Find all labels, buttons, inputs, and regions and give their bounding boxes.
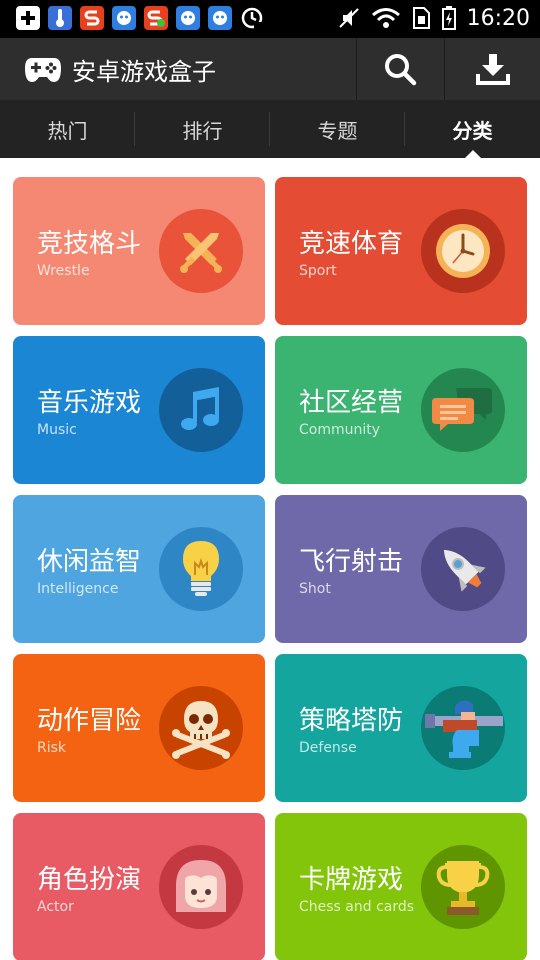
sogou-icon [80, 6, 104, 30]
mute-icon [338, 8, 359, 28]
tab-label: 专题 [317, 118, 358, 143]
category-subtitle: Actor [37, 899, 74, 915]
app-title: 安卓游戏盒子 [72, 58, 216, 86]
divider [444, 38, 445, 100]
tab-hot[interactable]: 热门 [0, 100, 135, 158]
download-button[interactable] [450, 38, 536, 100]
category-card-shot[interactable]: 飞行射击 Shot [275, 495, 527, 643]
app-notification-icon [176, 6, 200, 30]
tab-label: 热门 [47, 118, 88, 143]
category-card-community[interactable]: 社区经营 Community [275, 336, 527, 484]
category-card-actor[interactable]: 角色扮演 Actor [13, 813, 265, 960]
crossed-swords-icon [180, 233, 222, 273]
category-subtitle: Defense [299, 740, 357, 756]
chat-bubbles-icon [432, 388, 492, 431]
tab-label: 分类 [452, 118, 493, 143]
category-card-music[interactable]: 音乐游戏 Music [13, 336, 265, 484]
category-icon-circle [421, 368, 505, 452]
category-subtitle: Sport [299, 263, 337, 279]
sync-icon [240, 6, 264, 30]
download-icon [476, 54, 510, 85]
category-subtitle: Shot [299, 581, 331, 597]
category-title: 飞行射击 [299, 547, 404, 577]
gamepad-icon [25, 58, 61, 82]
category-icon-circle [159, 527, 243, 611]
sim-icon [412, 7, 430, 29]
category-subtitle: Risk [37, 740, 67, 756]
category-card-defense[interactable]: 策略塔防 Defense [275, 654, 527, 802]
category-icon-circle [421, 209, 505, 293]
category-title: 社区经营 [299, 388, 404, 418]
category-title: 卡牌游戏 [299, 865, 404, 895]
category-subtitle: Music [37, 422, 77, 438]
app-notification-icon [112, 6, 136, 30]
category-card-intelligence[interactable]: 休闲益智 Intelligence [13, 495, 265, 643]
screen: 16:20 安卓游戏盒子 热门 排行 专题 分类 竞技格斗 Wrestle 竞速… [0, 0, 540, 960]
category-icon-circle [159, 686, 243, 770]
skull-icon [172, 701, 230, 759]
search-icon [385, 54, 417, 86]
category-icon-circle [421, 686, 505, 770]
category-card-wrestle[interactable]: 竞技格斗 Wrestle [13, 177, 265, 325]
category-subtitle: Community [299, 422, 381, 438]
category-subtitle: Wrestle [37, 263, 90, 279]
notification-icons [16, 6, 264, 30]
category-card-sport[interactable]: 竞速体育 Sport [275, 177, 527, 325]
search-button[interactable] [357, 38, 443, 100]
category-title: 音乐游戏 [37, 388, 142, 418]
clock-time: 16:20 [466, 5, 530, 31]
tab-topics[interactable]: 专题 [270, 100, 405, 158]
tab-ranking[interactable]: 排行 [135, 100, 270, 158]
category-title: 竞技格斗 [37, 229, 142, 259]
category-title: 动作冒险 [37, 706, 142, 736]
category-subtitle: Chess and cards [299, 899, 415, 915]
category-title: 休闲益智 [37, 547, 142, 577]
wifi-icon [371, 8, 400, 28]
soldier-icon [425, 700, 503, 758]
category-icon-circle [159, 368, 243, 452]
thermometer-icon [48, 6, 72, 30]
clock-icon [436, 224, 490, 278]
category-icon-circle [159, 209, 243, 293]
girl-face-icon [176, 860, 226, 912]
tab-categories[interactable]: 分类 [405, 100, 540, 159]
category-title: 策略塔防 [299, 706, 404, 736]
battery-icon [441, 6, 456, 30]
app-notification-icon [208, 6, 232, 30]
music-note-icon [181, 387, 219, 430]
app-bar: 安卓游戏盒子 [0, 38, 540, 100]
category-subtitle: Intelligence [37, 581, 119, 597]
rocket-icon [443, 549, 486, 592]
system-icons: 16:20 [337, 5, 530, 31]
category-card-chess-and-cards[interactable]: 卡牌游戏 Chess and cards [275, 813, 527, 960]
light-bulb-icon [183, 541, 219, 596]
category-grid: 竞技格斗 Wrestle 竞速体育 Sport 音乐游戏 Music 社区经营 … [0, 158, 540, 960]
sogou-update-icon [144, 6, 168, 30]
category-icon-circle [421, 527, 505, 611]
category-card-risk[interactable]: 动作冒险 Risk [13, 654, 265, 802]
category-icon-circle [421, 845, 505, 929]
category-title: 角色扮演 [37, 865, 142, 895]
category-icon-circle [159, 845, 243, 929]
category-title: 竞速体育 [299, 229, 404, 259]
tab-label: 排行 [182, 118, 223, 143]
tab-bar: 热门 排行 专题 分类 [0, 100, 540, 159]
add-icon [16, 6, 40, 30]
trophy-icon [436, 861, 490, 915]
status-bar: 16:20 [0, 0, 540, 38]
